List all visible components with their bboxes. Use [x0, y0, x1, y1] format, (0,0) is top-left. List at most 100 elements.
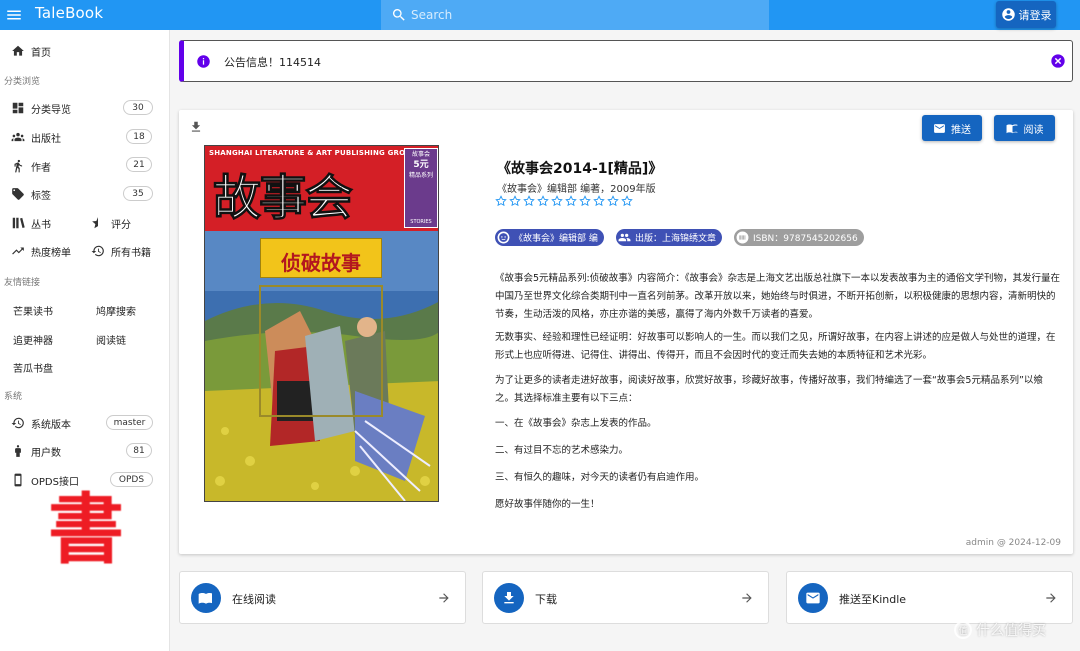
star-icon[interactable] [607, 195, 619, 207]
arrow-right-icon [742, 593, 752, 603]
count-badge: 21 [126, 157, 152, 172]
read-online-card[interactable]: 在线阅读 [179, 571, 466, 624]
app-title[interactable]: TaleBook [35, 4, 103, 22]
star-icon[interactable] [593, 195, 605, 207]
history-icon [91, 245, 104, 257]
sidebar-item-label: 所有书籍 [111, 247, 151, 259]
star-icon[interactable] [523, 195, 535, 207]
cover-subtitle-band: 侦破故事 [260, 238, 382, 278]
site-watermark: 值 什么值得买 [954, 620, 1046, 640]
barcode-icon [736, 231, 749, 244]
star-half-icon [92, 217, 98, 229]
sidebar-item-label: 评分 [111, 219, 131, 231]
cover-series-box: 故事会 5元 精品系列 STORIES [404, 148, 438, 228]
login-button[interactable]: 请登录 [996, 1, 1056, 28]
history-icon [11, 417, 24, 429]
publisher-chip[interactable]: 出版：上海锦绣文章 [616, 229, 723, 246]
star-icon[interactable] [621, 195, 633, 207]
cover-series-line-3: 精品系列 [408, 171, 433, 179]
friend-link[interactable]: 鸠摩搜索 [96, 303, 136, 318]
close-icon[interactable] [1050, 53, 1066, 69]
sidebar-item-series[interactable]: 丛书 [0, 211, 84, 235]
cover-series-line-1: 故事会 [411, 151, 430, 158]
friend-link[interactable]: 阅读链 [96, 332, 126, 347]
section-label-browse: 分类浏览 [4, 77, 41, 87]
sidebar-item-label: 系统版本 [31, 419, 71, 431]
publisher-icon [11, 132, 25, 142]
arrow-right-icon [1046, 593, 1056, 603]
sidebar-item-home[interactable]: 首页 [0, 39, 170, 63]
cover-subtitle: 侦破故事 [281, 251, 361, 275]
info-icon [197, 55, 210, 68]
arrow-right-icon [439, 593, 449, 603]
read-online-icon-circle [191, 583, 221, 613]
star-icon[interactable] [579, 195, 591, 207]
sidebar: 首页 分类浏览 分类导览 30 出版社 18 作者 21 标签 35 丛书 评分… [0, 30, 170, 651]
star-icon[interactable] [551, 195, 563, 207]
book-title: 《故事会2014-1[精品]》 [497, 161, 663, 177]
sidebar-item-label: 出版社 [31, 133, 61, 145]
rating-stars[interactable] [495, 195, 633, 207]
description-paragraph: 二、有过目不忘的艺术感染力。 [495, 445, 629, 456]
push-kindle-card[interactable]: 推送至Kindle [786, 571, 1073, 624]
sidebar-item-label: 首页 [31, 47, 51, 59]
book-meta: 《故事会》编辑部 编著，2009年版 [497, 184, 656, 195]
search-icon [391, 7, 407, 23]
push-kindle-label: 推送至Kindle [839, 593, 907, 606]
phone-icon [14, 473, 22, 487]
section-label-links: 友情链接 [4, 278, 41, 288]
count-badge: 35 [123, 186, 153, 201]
section-label-system: 系统 [4, 392, 23, 402]
trending-up-icon [12, 247, 24, 255]
login-label: 请登录 [1018, 8, 1052, 22]
cover-title: 故事会 [212, 170, 353, 227]
search-input[interactable] [411, 5, 751, 25]
watermark-badge: 值 [954, 621, 972, 639]
friend-link[interactable]: 芒果读书 [13, 303, 53, 318]
author-chip[interactable]: 《故事会》编辑部 编 [495, 229, 604, 246]
friend-link[interactable]: 苦瓜书盘 [13, 360, 53, 375]
star-icon[interactable] [509, 195, 521, 207]
description-paragraph: 愿好故事伴随你的一生！ [495, 499, 600, 510]
sidebar-item-label: 丛书 [31, 219, 51, 231]
download-label: 下载 [535, 593, 557, 606]
email-icon [806, 592, 820, 604]
face-icon [497, 231, 510, 244]
description-paragraph: 《故事会5元精品系列:侦破故事》内容简介：《故事会》杂志是上海文艺出版总社旗下一… [495, 273, 1060, 320]
search-bar[interactable] [381, 0, 769, 30]
email-icon [934, 123, 945, 133]
sidebar-item-hot[interactable]: 热度榜单 [0, 239, 84, 263]
card-footer-meta: admin @ 2024-12-09 [965, 538, 1061, 548]
account-circle-icon [1001, 8, 1015, 21]
count-badge: 30 [123, 100, 153, 115]
push-button[interactable]: 推送 [922, 115, 982, 141]
read-button[interactable]: 阅读 [994, 115, 1055, 141]
sidebar-item-label: 分类导览 [31, 104, 71, 116]
library-icon [12, 217, 25, 229]
book-cover[interactable]: SHANGHAI LITERATURE & ART PUBLISHING GRO… [204, 145, 439, 502]
announcement-banner: 公告信息！114514 [179, 40, 1073, 82]
description-paragraph: 三、有恒久的趣味，对今天的读者仍有启迪作用。 [495, 472, 705, 483]
cover-title-band: SHANGHAI LITERATURE & ART PUBLISHING GRO… [205, 146, 438, 231]
star-icon[interactable] [537, 195, 549, 207]
sidebar-item-rating[interactable]: 评分 [80, 211, 170, 235]
download-icon-circle [494, 583, 524, 613]
author-chip-label: 《故事会》编辑部 编 [514, 234, 598, 244]
push-kindle-icon-circle [798, 583, 828, 613]
app-bar: TaleBook 请登录 [0, 0, 1080, 30]
description-paragraph: 无数事实、经验和理性已经证明：好故事可以影响人的一生。而以我们之见，所谓好故事，… [495, 332, 1056, 361]
download-card[interactable]: 下载 [482, 571, 769, 624]
friend-link[interactable]: 追更神器 [13, 332, 53, 347]
watermark-text: 什么值得买 [976, 623, 1046, 639]
download-icon[interactable] [189, 120, 203, 134]
isbn-chip-label: ISBN：9787545202656 [753, 234, 858, 244]
isbn-chip: ISBN：9787545202656 [734, 229, 864, 246]
read-online-label: 在线阅读 [232, 593, 276, 606]
menu-icon[interactable] [5, 6, 23, 24]
publisher-chip-label: 出版：上海锦绣文章 [635, 234, 717, 244]
person-walking-icon [14, 159, 23, 173]
star-icon[interactable] [565, 195, 577, 207]
cover-series-stories: STORIES [410, 219, 432, 225]
sidebar-item-all-books[interactable]: 所有书籍 [80, 239, 170, 263]
star-icon[interactable] [495, 195, 507, 207]
